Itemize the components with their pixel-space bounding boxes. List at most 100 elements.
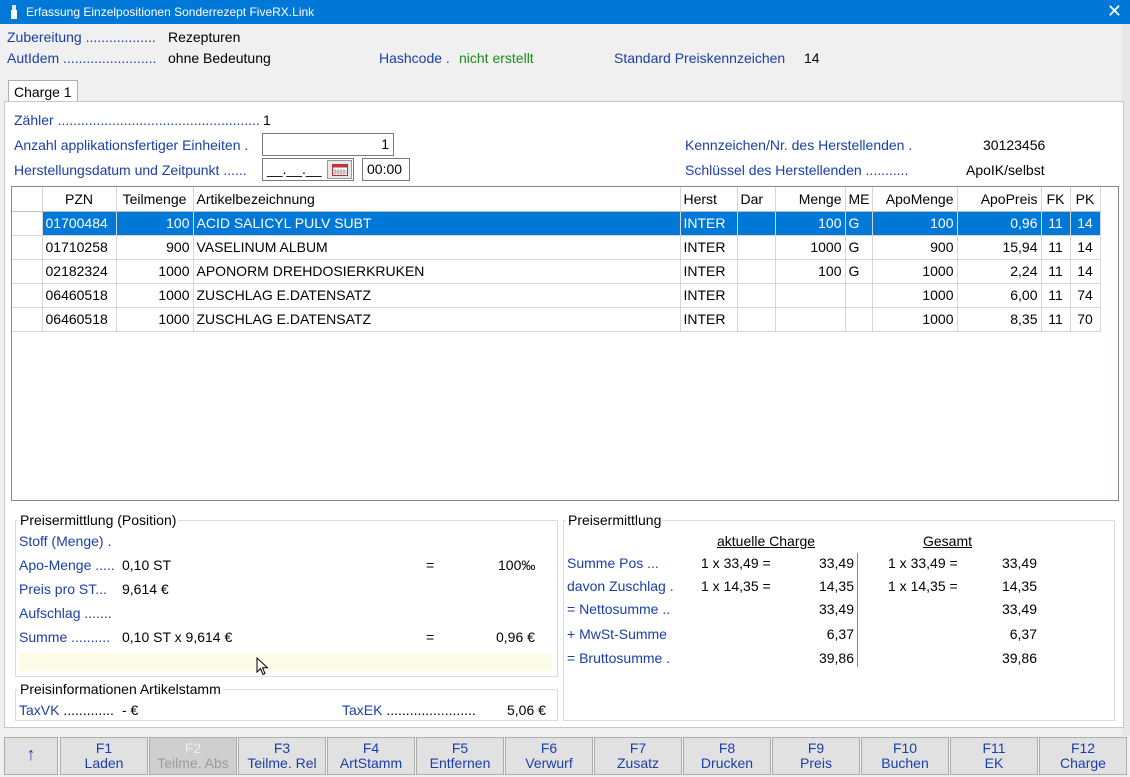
cell-me[interactable]: G — [845, 235, 873, 260]
table-row[interactable]: 06460518 1000 ZUSCHLAG E.DATENSATZ INTER 100… — [12, 283, 1101, 308]
cell-rowselector[interactable] — [12, 259, 43, 284]
tab-charge-1[interactable]: Charge 1 — [8, 80, 78, 102]
cell-me[interactable] — [845, 283, 873, 308]
fkey-charge-button[interactable]: F12 Charge — [1039, 737, 1127, 775]
cell-herst[interactable]: INTER — [680, 235, 738, 260]
cell-apopreis[interactable]: 6,00 — [957, 283, 1042, 308]
cell-menge[interactable] — [775, 307, 846, 332]
cell-fk[interactable]: 11 — [1041, 283, 1071, 308]
close-icon[interactable]: ✕ — [1107, 1, 1122, 21]
column-header-dar[interactable]: Dar — [737, 187, 776, 212]
cell-apomenge[interactable]: 1000 — [872, 283, 958, 308]
cell-artikelbezeichnung[interactable]: ZUSCHLAG E.DATENSATZ — [193, 283, 681, 308]
positions-grid[interactable]: PZN Teilmenge Artikelbezeichnung Herst D… — [11, 186, 1119, 501]
column-header-apomenge[interactable]: ApoMenge — [872, 187, 958, 212]
fkey-verwurf-button[interactable]: F6 Verwurf — [505, 737, 593, 775]
cell-apopreis[interactable]: 2,24 — [957, 259, 1042, 284]
cell-apomenge[interactable]: 100 — [872, 211, 958, 236]
cell-dar[interactable] — [737, 235, 776, 260]
cell-rowselector[interactable] — [12, 211, 43, 236]
cell-dar[interactable] — [737, 307, 776, 332]
cell-pk[interactable]: 14 — [1070, 235, 1101, 260]
cell-fk[interactable]: 11 — [1041, 307, 1071, 332]
cell-menge[interactable]: 100 — [775, 259, 846, 284]
zeitpunkt-input[interactable]: 00:00 — [362, 158, 410, 181]
cell-apopreis[interactable]: 15,94 — [957, 235, 1042, 260]
cell-pzn[interactable]: 01700484 — [42, 211, 117, 236]
total-label: = Bruttosumme . — [567, 650, 671, 666]
cell-fk[interactable]: 11 — [1041, 259, 1071, 284]
cell-teilmenge[interactable]: 1000 — [116, 307, 194, 332]
column-header-teilmenge[interactable]: Teilmenge — [116, 187, 194, 212]
cell-teilmenge[interactable]: 1000 — [116, 259, 194, 284]
fkey-teilme-rel-button[interactable]: F3 Teilme. Rel — [238, 737, 326, 775]
table-row[interactable]: 01700484 100 ACID SALICYL PULV SUBT INTER 10… — [12, 211, 1101, 236]
cell-menge[interactable]: 1000 — [775, 235, 846, 260]
cell-dar[interactable] — [737, 259, 776, 284]
cell-pk[interactable]: 70 — [1070, 307, 1101, 332]
cell-artikelbezeichnung[interactable]: ZUSCHLAG E.DATENSATZ — [193, 307, 681, 332]
cell-pzn[interactable]: 06460518 — [42, 307, 117, 332]
column-header-pk[interactable]: PK — [1070, 187, 1101, 212]
cell-fk[interactable]: 11 — [1041, 211, 1071, 236]
cell-herst[interactable]: INTER — [680, 259, 738, 284]
cell-menge[interactable]: 100 — [775, 211, 846, 236]
column-header-me[interactable]: ME — [845, 187, 873, 212]
fkey-drucken-button[interactable]: F8 Drucken — [683, 737, 771, 775]
cell-rowselector[interactable] — [12, 235, 43, 260]
cell-menge[interactable] — [775, 283, 846, 308]
cell-apomenge[interactable]: 900 — [872, 235, 958, 260]
cell-artikelbezeichnung[interactable]: APONORM DREHDOSIERKRUKEN — [193, 259, 681, 284]
fkey-teilme-abs-button[interactable]: F2 Teilme. Abs — [149, 737, 237, 775]
fkey-entfernen-button[interactable]: F5 Entfernen — [416, 737, 504, 775]
cell-apomenge[interactable]: 1000 — [872, 307, 958, 332]
cell-herst[interactable]: INTER — [680, 307, 738, 332]
cell-apopreis[interactable]: 8,35 — [957, 307, 1042, 332]
column-header-apopreis[interactable]: ApoPreis — [957, 187, 1042, 212]
cell-fk[interactable]: 11 — [1041, 235, 1071, 260]
fkey-label: F8 — [718, 740, 736, 756]
column-header-pzn[interactable]: PZN — [42, 187, 117, 212]
cell-teilmenge[interactable]: 900 — [116, 235, 194, 260]
column-header-menge[interactable]: Menge — [775, 187, 846, 212]
table-row[interactable]: 02182324 1000 APONORM DREHDOSIERKRUKEN INTE… — [12, 259, 1101, 284]
cell-pzn[interactable]: 06460518 — [42, 283, 117, 308]
cell-herst[interactable]: INTER — [680, 283, 738, 308]
cell-artikelbezeichnung[interactable]: ACID SALICYL PULV SUBT — [193, 211, 681, 236]
anzahl-einheiten-input[interactable]: 1 — [262, 133, 394, 156]
fkey-zusatz-button[interactable]: F7 Zusatz — [594, 737, 682, 775]
cell-rowselector[interactable] — [12, 307, 43, 332]
cell-me[interactable] — [845, 307, 873, 332]
cell-teilmenge[interactable]: 1000 — [116, 283, 194, 308]
cell-pk[interactable]: 14 — [1070, 259, 1101, 284]
cell-apopreis[interactable]: 0,96 — [957, 211, 1042, 236]
cell-teilmenge[interactable]: 100 — [116, 211, 194, 236]
fkey-buchen-button[interactable]: F10 Buchen — [861, 737, 949, 775]
herstellender-label: Kennzeichen/Nr. des Herstellenden . — [685, 137, 913, 153]
fkey-label: F7 — [629, 740, 647, 756]
cell-rowselector[interactable] — [12, 283, 43, 308]
cell-dar[interactable] — [737, 283, 776, 308]
column-header-herst[interactable]: Herst — [680, 187, 738, 212]
table-row[interactable]: 06460518 1000 ZUSCHLAG E.DATENSATZ INTER 100… — [12, 307, 1101, 332]
cell-pk[interactable]: 14 — [1070, 211, 1101, 236]
fkey-artstamm-button[interactable]: F4 ArtStamm — [327, 737, 415, 775]
fkey-arrow-up-button[interactable]: ↑ — [4, 737, 58, 775]
column-header-fk[interactable]: FK — [1041, 187, 1071, 212]
fkey-preis-button[interactable]: F9 Preis — [772, 737, 860, 775]
fkey-ek-button[interactable]: F11 EK — [950, 737, 1038, 775]
fkey-laden-button[interactable]: F1 Laden — [60, 737, 148, 775]
cell-apomenge[interactable]: 1000 — [872, 259, 958, 284]
table-row[interactable]: 01710258 900 VASELINUM ALBUM INTER 1000 G 900 1… — [12, 235, 1101, 260]
column-header-artikelbezeichnung[interactable]: Artikelbezeichnung — [193, 187, 681, 212]
calendar-button[interactable] — [327, 160, 352, 179]
cell-me[interactable]: G — [845, 259, 873, 284]
summe-equals: = — [426, 629, 435, 645]
cell-dar[interactable] — [737, 211, 776, 236]
cell-pzn[interactable]: 01710258 — [42, 235, 117, 260]
cell-pzn[interactable]: 02182324 — [42, 259, 117, 284]
cell-me[interactable]: G — [845, 211, 873, 236]
cell-artikelbezeichnung[interactable]: VASELINUM ALBUM — [193, 235, 681, 260]
cell-herst[interactable]: INTER — [680, 211, 738, 236]
cell-pk[interactable]: 74 — [1070, 283, 1101, 308]
